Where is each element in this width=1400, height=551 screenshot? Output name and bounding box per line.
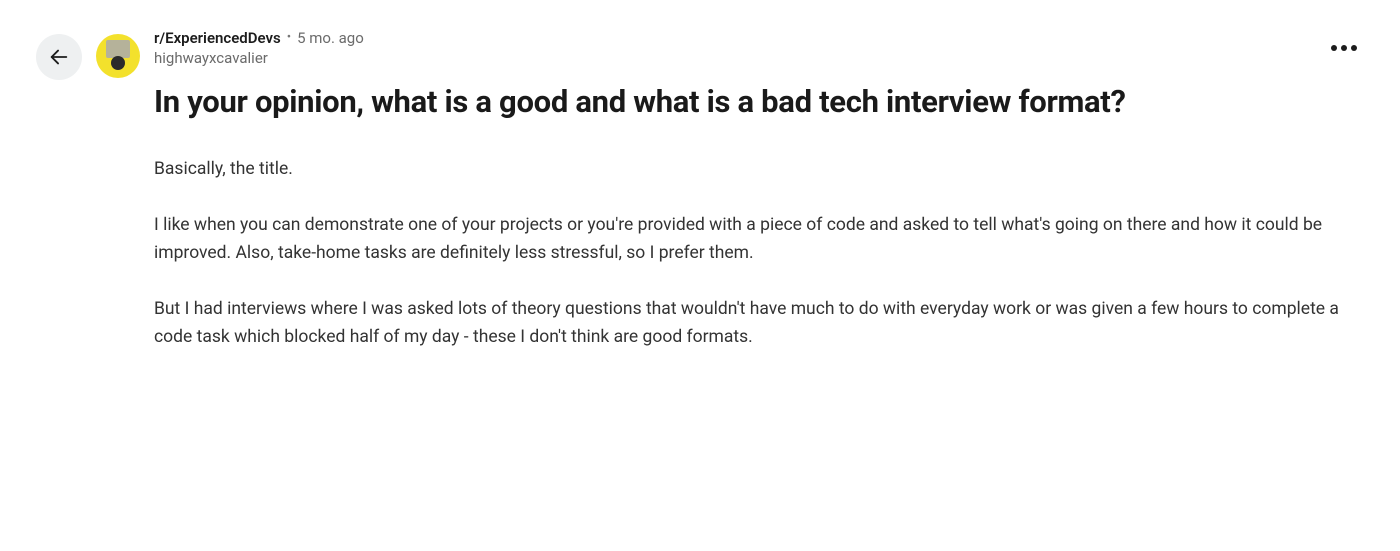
arrow-left-icon [48,46,70,68]
meta-row: r/ExperiencedDevs • 5 mo. ago highwayxca… [154,28,1364,69]
post-content: r/ExperiencedDevs • 5 mo. ago highwayxca… [154,28,1364,351]
post-body: Basically, the title. I like when you ca… [154,155,1364,351]
body-paragraph: But I had interviews where I was asked l… [154,295,1364,351]
post: r/ExperiencedDevs • 5 mo. ago highwayxca… [36,28,1364,351]
body-paragraph: I like when you can demonstrate one of y… [154,211,1364,267]
username-link[interactable]: highwayxcavalier [154,48,268,68]
subreddit-avatar[interactable] [96,34,140,78]
meta-separator: • [287,29,291,47]
meta-left: r/ExperiencedDevs • 5 mo. ago highwayxca… [154,28,364,69]
more-horizontal-icon [1330,44,1358,52]
meta-top: r/ExperiencedDevs • 5 mo. ago [154,28,364,48]
subreddit-link[interactable]: r/ExperiencedDevs [154,28,281,48]
post-time: 5 mo. ago [297,28,364,48]
body-paragraph: Basically, the title. [154,155,1364,183]
more-options-button[interactable] [1324,38,1364,58]
post-title: In your opinion, what is a good and what… [154,83,1364,122]
back-button[interactable] [36,34,82,80]
